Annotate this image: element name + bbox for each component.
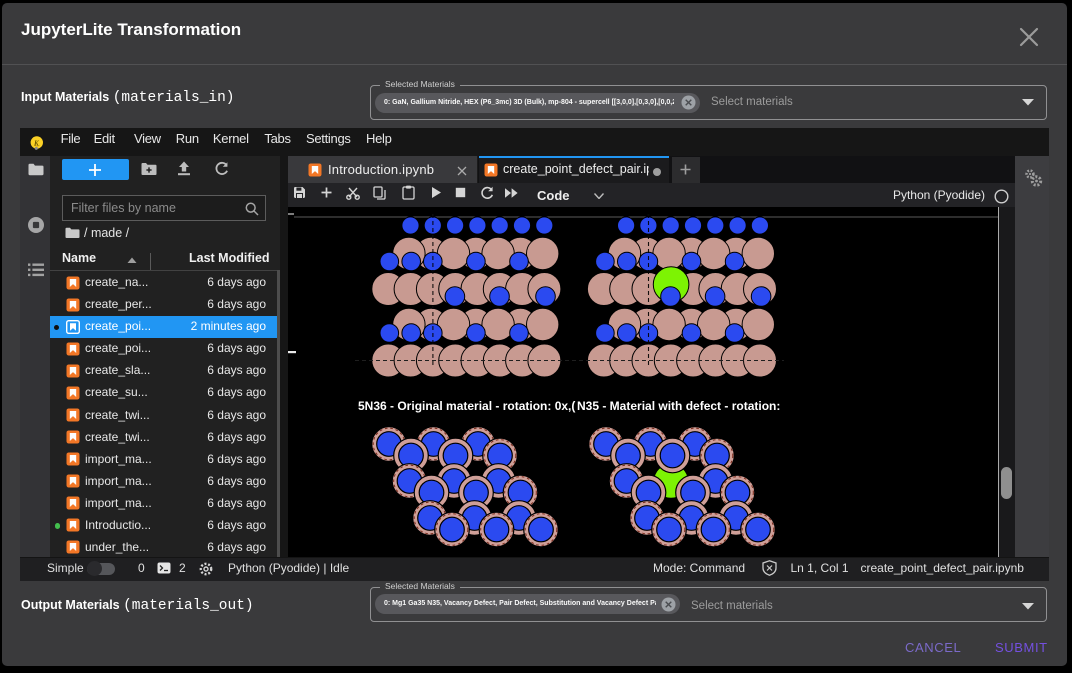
svg-text:N35 - Material with defect - r: N35 - Material with defect - rotation: <box>577 399 780 413</box>
svg-text:5N36 - Original material - rot: 5N36 - Original material - rotation: 0x,… <box>358 399 575 413</box>
